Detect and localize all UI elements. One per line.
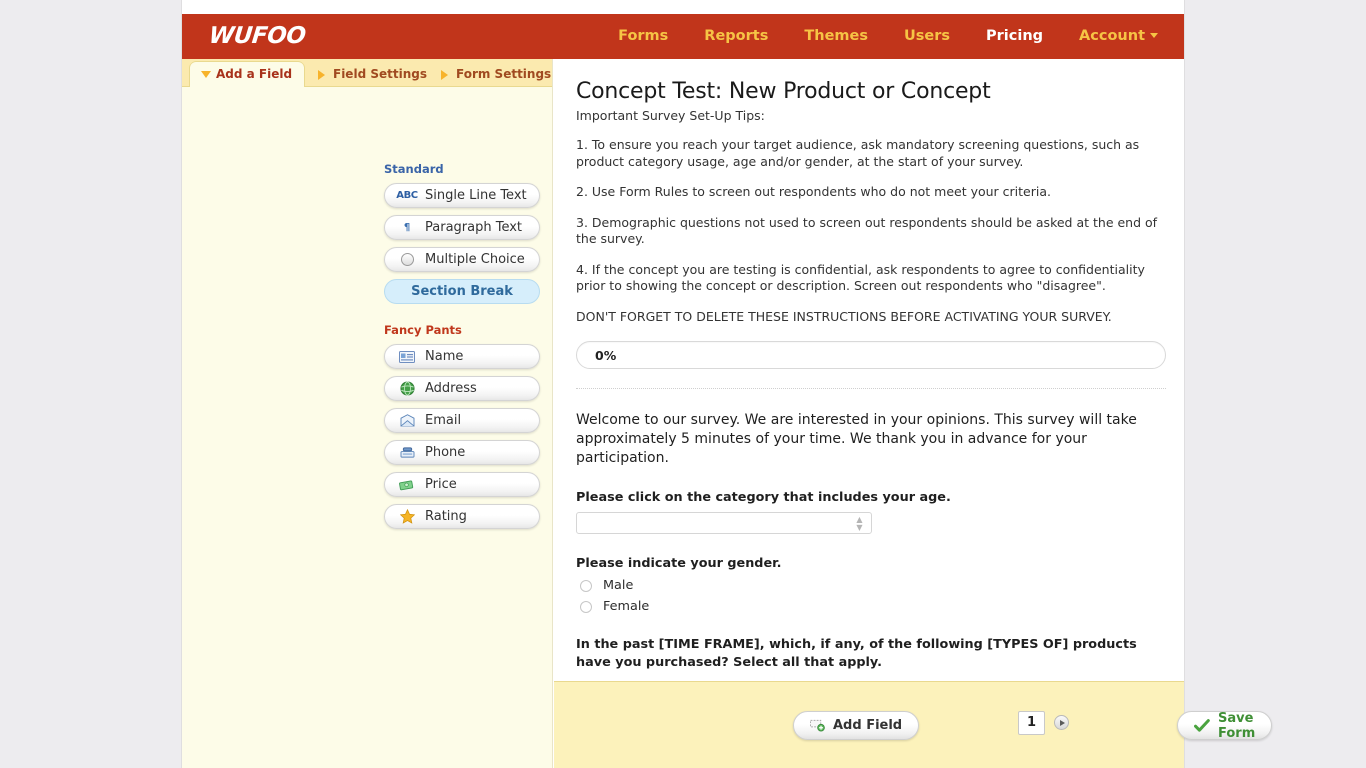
- nav-link-themes[interactable]: Themes: [786, 14, 886, 59]
- nav-link-reports[interactable]: Reports: [686, 14, 786, 59]
- tab-add-a-field-label: Add a Field: [216, 67, 293, 81]
- radio-option-female[interactable]: Female: [580, 599, 1166, 614]
- tip-4: 4. If the concept you are testing is con…: [576, 261, 1145, 294]
- nav-link-users[interactable]: Users: [886, 14, 968, 59]
- field-button-name[interactable]: Name: [384, 344, 540, 369]
- welcome-text: Welcome to our survey. We are interested…: [576, 412, 1137, 466]
- nav-link-forms[interactable]: Forms: [600, 14, 686, 59]
- field-button-label: Single Line Text: [425, 188, 527, 203]
- contact-card-icon: [398, 349, 416, 365]
- section-divider: [576, 388, 1166, 389]
- field-button-label: Name: [425, 349, 464, 364]
- add-field-icon: [810, 719, 825, 732]
- field-button-address[interactable]: Address: [384, 376, 540, 401]
- form-preview-panel: Concept Test: New Product or Concept Imp…: [554, 59, 1184, 681]
- nav-links: Forms Reports Themes Users Pricing Accou…: [600, 14, 1184, 59]
- field-button-email[interactable]: Email: [384, 408, 540, 433]
- field-button-paragraph-text[interactable]: ¶ Paragraph Text: [384, 215, 540, 240]
- field-button-multiple-choice[interactable]: Multiple Choice: [384, 247, 540, 272]
- tips-warning: DON'T FORGET TO DELETE THESE INSTRUCTION…: [576, 308, 1112, 324]
- wufoo-logo[interactable]: WUFOO: [208, 23, 307, 49]
- field-button-price[interactable]: Price: [384, 472, 540, 497]
- builder-tab-bar: Add a Field Field Settings Form Settings: [182, 59, 552, 87]
- field-button-label: Multiple Choice: [425, 252, 525, 267]
- pilcrow-icon: ¶: [403, 222, 411, 233]
- tab-field-settings[interactable]: Field Settings: [307, 62, 439, 87]
- field-button-section-break[interactable]: Section Break: [384, 279, 540, 304]
- group-heading-fancy-pants: Fancy Pants: [384, 323, 462, 337]
- field-button-phone[interactable]: Phone: [384, 440, 540, 465]
- envelope-icon: [398, 413, 416, 429]
- tips-lead: Important Survey Set-Up Tips:: [576, 108, 765, 123]
- add-field-button-label: Add Field: [833, 718, 903, 733]
- field-button-rating[interactable]: Rating: [384, 504, 540, 529]
- wufoo-form-builder-app: WUFOO Forms Reports Themes Users Pricing…: [182, 0, 1273, 768]
- chevron-down-icon: [1150, 33, 1158, 38]
- top-navigation-bar: WUFOO Forms Reports Themes Users Pricing…: [182, 14, 1184, 59]
- radio-option-label: Male: [603, 578, 634, 593]
- progress-indicator: 0%: [576, 341, 1166, 369]
- page-number-input[interactable]: 1: [1018, 711, 1045, 735]
- nav-link-account-label: Account: [1079, 28, 1145, 44]
- question-label-age: Please click on the category that includ…: [576, 490, 951, 505]
- field-button-label: Section Break: [411, 284, 513, 299]
- field-button-label: Email: [425, 413, 462, 428]
- add-field-button[interactable]: Add Field: [793, 711, 920, 740]
- triangle-right-icon: [318, 70, 325, 80]
- radio-icon: [398, 252, 416, 268]
- field-palette-sidebar: Add a Field Field Settings Form Settings…: [182, 59, 712, 768]
- tip-2: 2. Use Form Rules to screen out responde…: [576, 184, 1051, 199]
- triangle-down-icon: [201, 71, 211, 78]
- group-heading-standard: Standard: [384, 162, 444, 176]
- globe-icon: [398, 381, 416, 397]
- money-icon: [398, 477, 416, 493]
- telephone-icon: [398, 445, 416, 461]
- tip-1: 1. To ensure you reach your target audie…: [576, 137, 1140, 169]
- field-button-label: Address: [425, 381, 477, 396]
- tab-form-settings[interactable]: Form Settings: [430, 62, 563, 87]
- nav-link-pricing[interactable]: Pricing: [968, 14, 1061, 59]
- next-page-icon[interactable]: [1054, 715, 1069, 730]
- radio-option-male[interactable]: Male: [580, 578, 1166, 593]
- star-icon: [398, 509, 416, 525]
- triangle-right-icon: [441, 70, 448, 80]
- question-label-purchased: In the past [TIME FRAME], which, if any,…: [576, 637, 1137, 670]
- checkmark-icon: [1194, 718, 1210, 733]
- save-form-button-label: Save Form: [1218, 710, 1256, 741]
- tab-form-settings-label: Form Settings: [456, 67, 552, 81]
- radio-option-label: Female: [603, 599, 650, 614]
- spinner-arrows-icon: ▲ ▼: [856, 515, 863, 532]
- age-select[interactable]: ▲ ▼: [576, 512, 872, 534]
- page-title: Concept Test: New Product or Concept: [576, 79, 991, 104]
- field-button-single-line-text[interactable]: ABC Single Line Text: [384, 183, 540, 208]
- field-button-label: Paragraph Text: [425, 220, 523, 235]
- field-button-label: Phone: [425, 445, 466, 460]
- question-label-gender: Please indicate your gender.: [576, 556, 782, 571]
- field-button-label: Rating: [425, 509, 467, 524]
- builder-footer-bar: Add Field 1 Save Form: [554, 681, 1273, 768]
- save-form-button[interactable]: Save Form: [1177, 710, 1273, 741]
- progress-value: 0%: [595, 347, 617, 363]
- tab-field-settings-label: Field Settings: [333, 67, 427, 81]
- field-button-label: Price: [425, 477, 457, 492]
- nav-link-account[interactable]: Account: [1061, 14, 1176, 59]
- radio-icon: [580, 600, 592, 613]
- radio-icon: [580, 579, 592, 592]
- tab-add-a-field[interactable]: Add a Field: [190, 62, 305, 87]
- abc-icon: ABC: [396, 190, 418, 201]
- tip-3: 3. Demographic questions not used to scr…: [576, 214, 1158, 247]
